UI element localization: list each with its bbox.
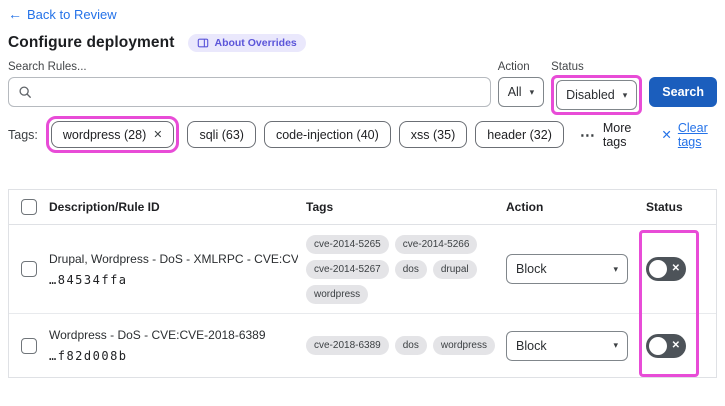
about-overrides-label: About Overrides	[214, 37, 297, 49]
rule-description: Wordpress - DoS - CVE:CVE-2018-6389	[49, 328, 266, 342]
action-select-value: Block	[516, 262, 547, 276]
clear-tags-x-icon: ✕	[661, 128, 672, 142]
rule-description-cell: Drupal, Wordpress - DoS - XMLRPC - CVE:C…	[49, 252, 306, 287]
search-input[interactable]	[39, 85, 481, 99]
status-toggle[interactable]: ✕	[646, 333, 686, 358]
tag-chip-xss[interactable]: xss (35)	[398, 121, 468, 148]
rule-tag-pill: wordpress	[306, 284, 369, 304]
toggle-off-x-icon: ✕	[671, 263, 680, 274]
row-checkbox[interactable]	[21, 337, 37, 354]
search-column: Search Rules...	[8, 60, 491, 107]
rule-tag-pill: cve-2014-5267	[306, 259, 389, 279]
chevron-down-icon: ▾	[622, 89, 628, 100]
table-row: Wordpress - DoS - CVE:CVE-2018-6389 …f82…	[9, 314, 716, 377]
status-filter-column: Status Disabled ▾	[551, 60, 643, 115]
configure-deployment-page: ← Back to Review Configure deployment Ab…	[0, 0, 725, 406]
back-link-label: Back to Review	[27, 6, 117, 22]
rule-tag-pill: cve-2014-5266	[394, 234, 478, 254]
rule-description-cell: Wordpress - DoS - CVE:CVE-2018-6389 …f82…	[49, 328, 306, 363]
overrides-doc-icon	[197, 37, 209, 49]
tag-chip-header[interactable]: header (32)	[475, 121, 564, 148]
search-button[interactable]: Search	[649, 77, 717, 107]
tags-filter-bar: Tags: wordpress (28) ✕ sqli (63) code-in…	[8, 116, 717, 153]
clear-tags-link[interactable]: ✕ Clear tags	[661, 121, 717, 149]
page-title: Configure deployment	[8, 34, 175, 51]
rule-status-cell: ✕	[646, 333, 716, 358]
chevron-down-icon: ▾	[529, 86, 535, 97]
tag-chip-wordpress-label: wordpress (28)	[62, 127, 147, 142]
toggle-knob	[649, 260, 667, 278]
row-checkbox[interactable]	[21, 261, 37, 277]
rule-tag-pill: wordpress	[432, 336, 495, 355]
tags-label: Tags:	[8, 127, 38, 142]
more-tags-label: More tags	[602, 120, 632, 149]
tag-chip-wordpress[interactable]: wordpress (28) ✕	[50, 121, 175, 148]
toggle-knob	[649, 336, 667, 355]
ellipsis-icon: ⋯	[579, 126, 596, 144]
action-select[interactable]: Block ▾	[506, 254, 628, 284]
more-tags-button[interactable]: ⋯ More tags	[580, 121, 640, 149]
chevron-down-icon: ▾	[613, 340, 618, 350]
rule-tags-cell: cve-2014-5265 cve-2014-5266 cve-2014-526…	[306, 234, 502, 304]
status-label: Status	[551, 61, 584, 73]
table-row: Drupal, Wordpress - DoS - XMLRPC - CVE:C…	[9, 225, 716, 314]
rule-tag-pill: cve-2018-6389	[306, 336, 389, 355]
col-header-tags: Tags	[306, 200, 334, 214]
search-icon	[18, 85, 32, 99]
rule-description: Drupal, Wordpress - DoS - XMLRPC - CVE:C…	[49, 251, 298, 266]
rule-id: …84534ffa	[49, 272, 128, 287]
clear-tags-label: Clear tags	[677, 120, 708, 149]
rule-id: …f82d008b	[49, 349, 128, 363]
rule-action-cell: Block ▾	[506, 254, 646, 284]
remove-tag-icon[interactable]: ✕	[153, 128, 162, 141]
back-to-review-link[interactable]: ← Back to Review	[8, 7, 117, 22]
action-select-value: Block	[516, 338, 547, 353]
table-header-row: Description/Rule ID Tags Action Status	[9, 190, 716, 225]
action-filter-column: Action All ▾	[497, 60, 545, 107]
rule-tag-pill: dos	[394, 336, 427, 355]
rule-tag-pill: drupal	[432, 259, 477, 279]
rule-tag-pill: dos	[394, 259, 427, 279]
tag-chip-code-injection[interactable]: code-injection (40)	[263, 121, 391, 148]
rule-action-cell: Block ▾	[506, 330, 646, 361]
filter-row: Search Rules... Action All ▾ Status Disa…	[8, 60, 717, 115]
search-input-box[interactable]	[8, 77, 491, 107]
back-arrow-icon: ←	[8, 6, 22, 22]
title-row: Configure deployment About Overrides	[8, 34, 717, 52]
action-select[interactable]: Block ▾	[506, 330, 628, 361]
rule-tags-cell: cve-2018-6389 dos wordpress	[306, 336, 502, 355]
selected-tag-highlight-box: wordpress (28) ✕	[45, 116, 180, 153]
rule-status-cell: ✕	[646, 257, 716, 281]
rules-table: Description/Rule ID Tags Action Status D…	[8, 189, 717, 378]
action-dropdown[interactable]: All ▾	[497, 77, 545, 107]
action-label: Action	[497, 61, 530, 73]
chevron-down-icon: ▾	[613, 263, 618, 274]
col-header-description: Description/Rule ID	[49, 200, 160, 214]
status-toggle[interactable]: ✕	[646, 257, 686, 281]
select-all-checkbox[interactable]	[21, 199, 37, 215]
status-dropdown-highlight-box: Disabled ▾	[551, 75, 643, 115]
col-header-action: Action	[506, 200, 544, 214]
status-dropdown[interactable]: Disabled ▾	[556, 80, 638, 110]
toggle-off-x-icon: ✕	[671, 339, 680, 351]
about-overrides-badge[interactable]: About Overrides	[188, 34, 306, 52]
rule-tag-pill: cve-2014-5265	[306, 234, 389, 254]
search-rules-label: Search Rules...	[8, 61, 87, 73]
action-dropdown-value: All	[507, 85, 522, 99]
col-header-status: Status	[646, 200, 683, 214]
tag-chip-sqli[interactable]: sqli (63)	[187, 121, 256, 148]
status-dropdown-value: Disabled	[566, 88, 615, 102]
